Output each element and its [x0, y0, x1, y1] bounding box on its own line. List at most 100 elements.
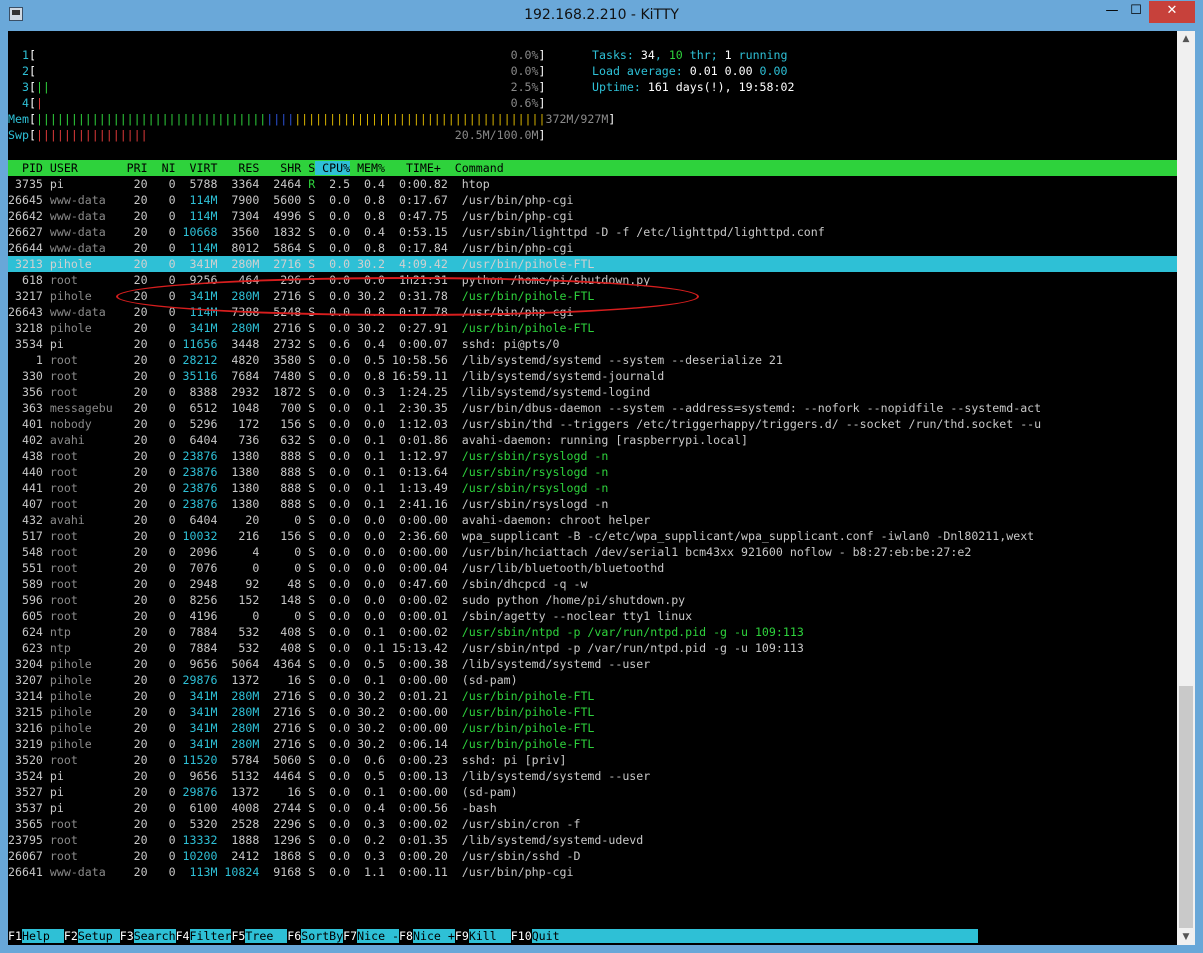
cell-time: 16:59.11 — [385, 369, 448, 383]
title-bar[interactable]: 192.168.2.210 - KiTTY — ☐ ✕ — [0, 0, 1203, 30]
process-row[interactable]: 401 nobody 20 0 5296 172 156 S 0.0 0.0 1… — [8, 416, 1177, 432]
process-row[interactable]: 441 root 20 0 23876 1380 888 S 0.0 0.1 1… — [8, 480, 1177, 496]
process-row[interactable]: 517 root 20 0 10032 216 156 S 0.0 0.0 2:… — [8, 528, 1177, 544]
process-row[interactable]: 3214 pihole 20 0 341M 280M 2716 S 0.0 30… — [8, 688, 1177, 704]
cell-virt: 6404 — [175, 513, 218, 527]
process-row[interactable]: 3537 pi 20 0 6100 4008 2744 S 0.0 0.4 0:… — [8, 800, 1177, 816]
process-row[interactable]: 3524 pi 20 0 9656 5132 4464 S 0.0 0.5 0:… — [8, 768, 1177, 784]
process-row[interactable]: 3534 pi 20 0 11656 3448 2732 S 0.6 0.4 0… — [8, 336, 1177, 352]
process-row[interactable]: 26643 www-data 20 0 114M 7388 5248 S 0.0… — [8, 304, 1177, 320]
cell-user: root — [42, 817, 113, 831]
fkey-f5[interactable]: F5Tree — [231, 929, 288, 943]
scrollbar-thumb[interactable] — [1179, 686, 1193, 928]
process-row[interactable]: 3216 pihole 20 0 341M 280M 2716 S 0.0 30… — [8, 720, 1177, 736]
function-key-bar[interactable]: F1Help F2Setup F3SearchF4FilterF5Tree F6… — [8, 928, 1177, 944]
process-row[interactable]: 3565 root 20 0 5320 2528 2296 S 0.0 0.3 … — [8, 816, 1177, 832]
process-row[interactable]: 605 root 20 0 4196 0 0 S 0.0 0.0 0:00.01… — [8, 608, 1177, 624]
process-row[interactable]: 623 ntp 20 0 7884 532 408 S 0.0 0.1 15:1… — [8, 640, 1177, 656]
close-button[interactable]: ✕ — [1149, 1, 1195, 23]
process-row[interactable]: 3213 pihole 20 0 341M 280M 2716 S 0.0 30… — [8, 256, 1177, 272]
column-pid[interactable]: PID — [8, 161, 43, 175]
process-row[interactable]: 363 messagebu 20 0 6512 1048 700 S 0.0 0… — [8, 400, 1177, 416]
process-row[interactable]: 596 root 20 0 8256 152 148 S 0.0 0.0 0:0… — [8, 592, 1177, 608]
cell-mem: 0.1 — [350, 625, 385, 639]
cell-pri: 20 — [112, 625, 148, 639]
cpu-number: 1 — [8, 48, 29, 62]
column-pri[interactable]: PRI — [113, 161, 148, 175]
cell-pri: 20 — [112, 545, 148, 559]
process-row[interactable]: 3207 pihole 20 0 29876 1372 16 S 0.0 0.1… — [8, 672, 1177, 688]
process-row[interactable]: 589 root 20 0 2948 92 48 S 0.0 0.0 0:47.… — [8, 576, 1177, 592]
process-row[interactable]: 432 avahi 20 0 6404 20 0 S 0.0 0.0 0:00.… — [8, 512, 1177, 528]
process-row[interactable]: 618 root 20 0 9256 464 296 S 0.0 0.0 1h2… — [8, 272, 1177, 288]
process-row[interactable]: 1 root 20 0 28212 4820 3580 S 0.0 0.5 10… — [8, 352, 1177, 368]
cell-pid: 3218 — [8, 321, 43, 335]
process-row[interactable]: 438 root 20 0 23876 1380 888 S 0.0 0.1 1… — [8, 448, 1177, 464]
process-row[interactable]: 407 root 20 0 23876 1380 888 S 0.0 0.1 2… — [8, 496, 1177, 512]
cell-shr: 48 — [259, 577, 302, 591]
column-mem[interactable]: MEM% — [350, 161, 385, 175]
process-row[interactable]: 551 root 20 0 7076 0 0 S 0.0 0.0 0:00.04… — [8, 560, 1177, 576]
process-row[interactable]: 3218 pihole 20 0 341M 280M 2716 S 0.0 30… — [8, 320, 1177, 336]
process-row[interactable]: 3217 pihole 20 0 341M 280M 2716 S 0.0 30… — [8, 288, 1177, 304]
column-shr[interactable]: SHR — [259, 161, 301, 175]
column-res[interactable]: RES — [217, 161, 259, 175]
process-row[interactable]: 3527 pi 20 0 29876 1372 16 S 0.0 0.1 0:0… — [8, 784, 1177, 800]
maximize-button[interactable]: ☐ — [1124, 1, 1148, 23]
column-virt[interactable]: VIRT — [176, 161, 218, 175]
column-command[interactable]: Command — [448, 161, 504, 175]
cell-command: /sbin/dhcpcd -q -w — [447, 577, 588, 591]
process-row[interactable]: 3204 pihole 20 0 9656 5064 4364 S 0.0 0.… — [8, 656, 1177, 672]
process-row[interactable]: 548 root 20 0 2096 4 0 S 0.0 0.0 0:00.00… — [8, 544, 1177, 560]
column-ni[interactable]: NI — [148, 161, 176, 175]
scroll-down-arrow-icon[interactable]: ▼ — [1177, 929, 1195, 945]
process-row[interactable]: 440 root 20 0 23876 1380 888 S 0.0 0.1 0… — [8, 464, 1177, 480]
scroll-up-arrow-icon[interactable]: ▲ — [1177, 31, 1195, 47]
cell-cpu: 0.0 — [315, 321, 351, 335]
fkey-f9[interactable]: F9Kill — [455, 929, 511, 943]
process-row[interactable]: 26642 www-data 20 0 114M 7304 4996 S 0.0… — [8, 208, 1177, 224]
column-time[interactable]: TIME+ — [385, 161, 448, 175]
process-row[interactable]: 3735 pi 20 0 5788 3364 2464 R 2.5 0.4 0:… — [8, 176, 1177, 192]
process-row[interactable]: 3219 pihole 20 0 341M 280M 2716 S 0.0 30… — [8, 736, 1177, 752]
vertical-scrollbar[interactable]: ▲ ▼ — [1177, 31, 1195, 945]
fkey-f8[interactable]: F8Nice + — [399, 929, 455, 943]
column-cpu-sorted[interactable]: CPU% — [315, 161, 351, 175]
fkey-label: Filter — [189, 929, 232, 943]
process-row[interactable]: 3520 root 20 0 11520 5784 5060 S 0.0 0.6… — [8, 752, 1177, 768]
cell-mem: 0.1 — [350, 433, 385, 447]
cell-user: pihole — [42, 673, 113, 687]
cell-state: S — [301, 785, 316, 799]
cell-virt: 8388 — [175, 385, 218, 399]
cell-shr: 1832 — [259, 225, 302, 239]
cell-pri: 20 — [112, 673, 148, 687]
process-row[interactable]: 356 root 20 0 8388 2932 1872 S 0.0 0.3 1… — [8, 384, 1177, 400]
process-row[interactable]: 23795 root 20 0 13332 1888 1296 S 0.0 0.… — [8, 832, 1177, 848]
cell-virt: 7076 — [175, 561, 218, 575]
process-row[interactable]: 3215 pihole 20 0 341M 280M 2716 S 0.0 30… — [8, 704, 1177, 720]
cell-ni: 0 — [147, 673, 176, 687]
column-user[interactable]: USER — [43, 161, 113, 175]
fkey-f7[interactable]: F7Nice - — [343, 929, 400, 943]
cell-command: (sd-pam) — [447, 785, 518, 799]
column-header[interactable]: PID USER PRI NI VIRT RES SHR S CPU% MEM%… — [8, 160, 1177, 176]
process-row[interactable]: 402 avahi 20 0 6404 736 632 S 0.0 0.1 0:… — [8, 432, 1177, 448]
process-row[interactable]: 26645 www-data 20 0 114M 7900 5600 S 0.0… — [8, 192, 1177, 208]
cell-virt: 9656 — [175, 769, 218, 783]
fkey-f6[interactable]: F6SortBy — [287, 929, 344, 943]
process-row[interactable]: 624 ntp 20 0 7884 532 408 S 0.0 0.1 0:00… — [8, 624, 1177, 640]
cell-command: /usr/sbin/rsyslogd -n — [447, 449, 609, 463]
column-s[interactable]: S — [301, 161, 315, 175]
fkey-f4[interactable]: F4Filter — [176, 929, 232, 943]
fkey-f2[interactable]: F2Setup — [64, 929, 120, 943]
terminal-area[interactable]: 1[ 0.0%] 2[ 0.0%] 3[|| 2.5%] 4[| 0.6%] M… — [8, 31, 1177, 945]
fkey-f1[interactable]: F1Help — [8, 929, 64, 943]
process-row[interactable]: 26644 www-data 20 0 114M 8012 5864 S 0.0… — [8, 240, 1177, 256]
process-row[interactable]: 26067 root 20 0 10200 2412 1868 S 0.0 0.… — [8, 848, 1177, 864]
fkey-f10[interactable]: F10Quit — [511, 929, 560, 943]
process-row[interactable]: 26627 www-data 20 0 10668 3560 1832 S 0.… — [8, 224, 1177, 240]
fkey-f3[interactable]: F3Search — [120, 929, 176, 943]
process-row[interactable]: 26641 www-data 20 0 113M 10824 9168 S 0.… — [8, 864, 1177, 880]
minimize-button[interactable]: — — [1100, 1, 1124, 23]
process-row[interactable]: 330 root 20 0 35116 7684 7480 S 0.0 0.8 … — [8, 368, 1177, 384]
